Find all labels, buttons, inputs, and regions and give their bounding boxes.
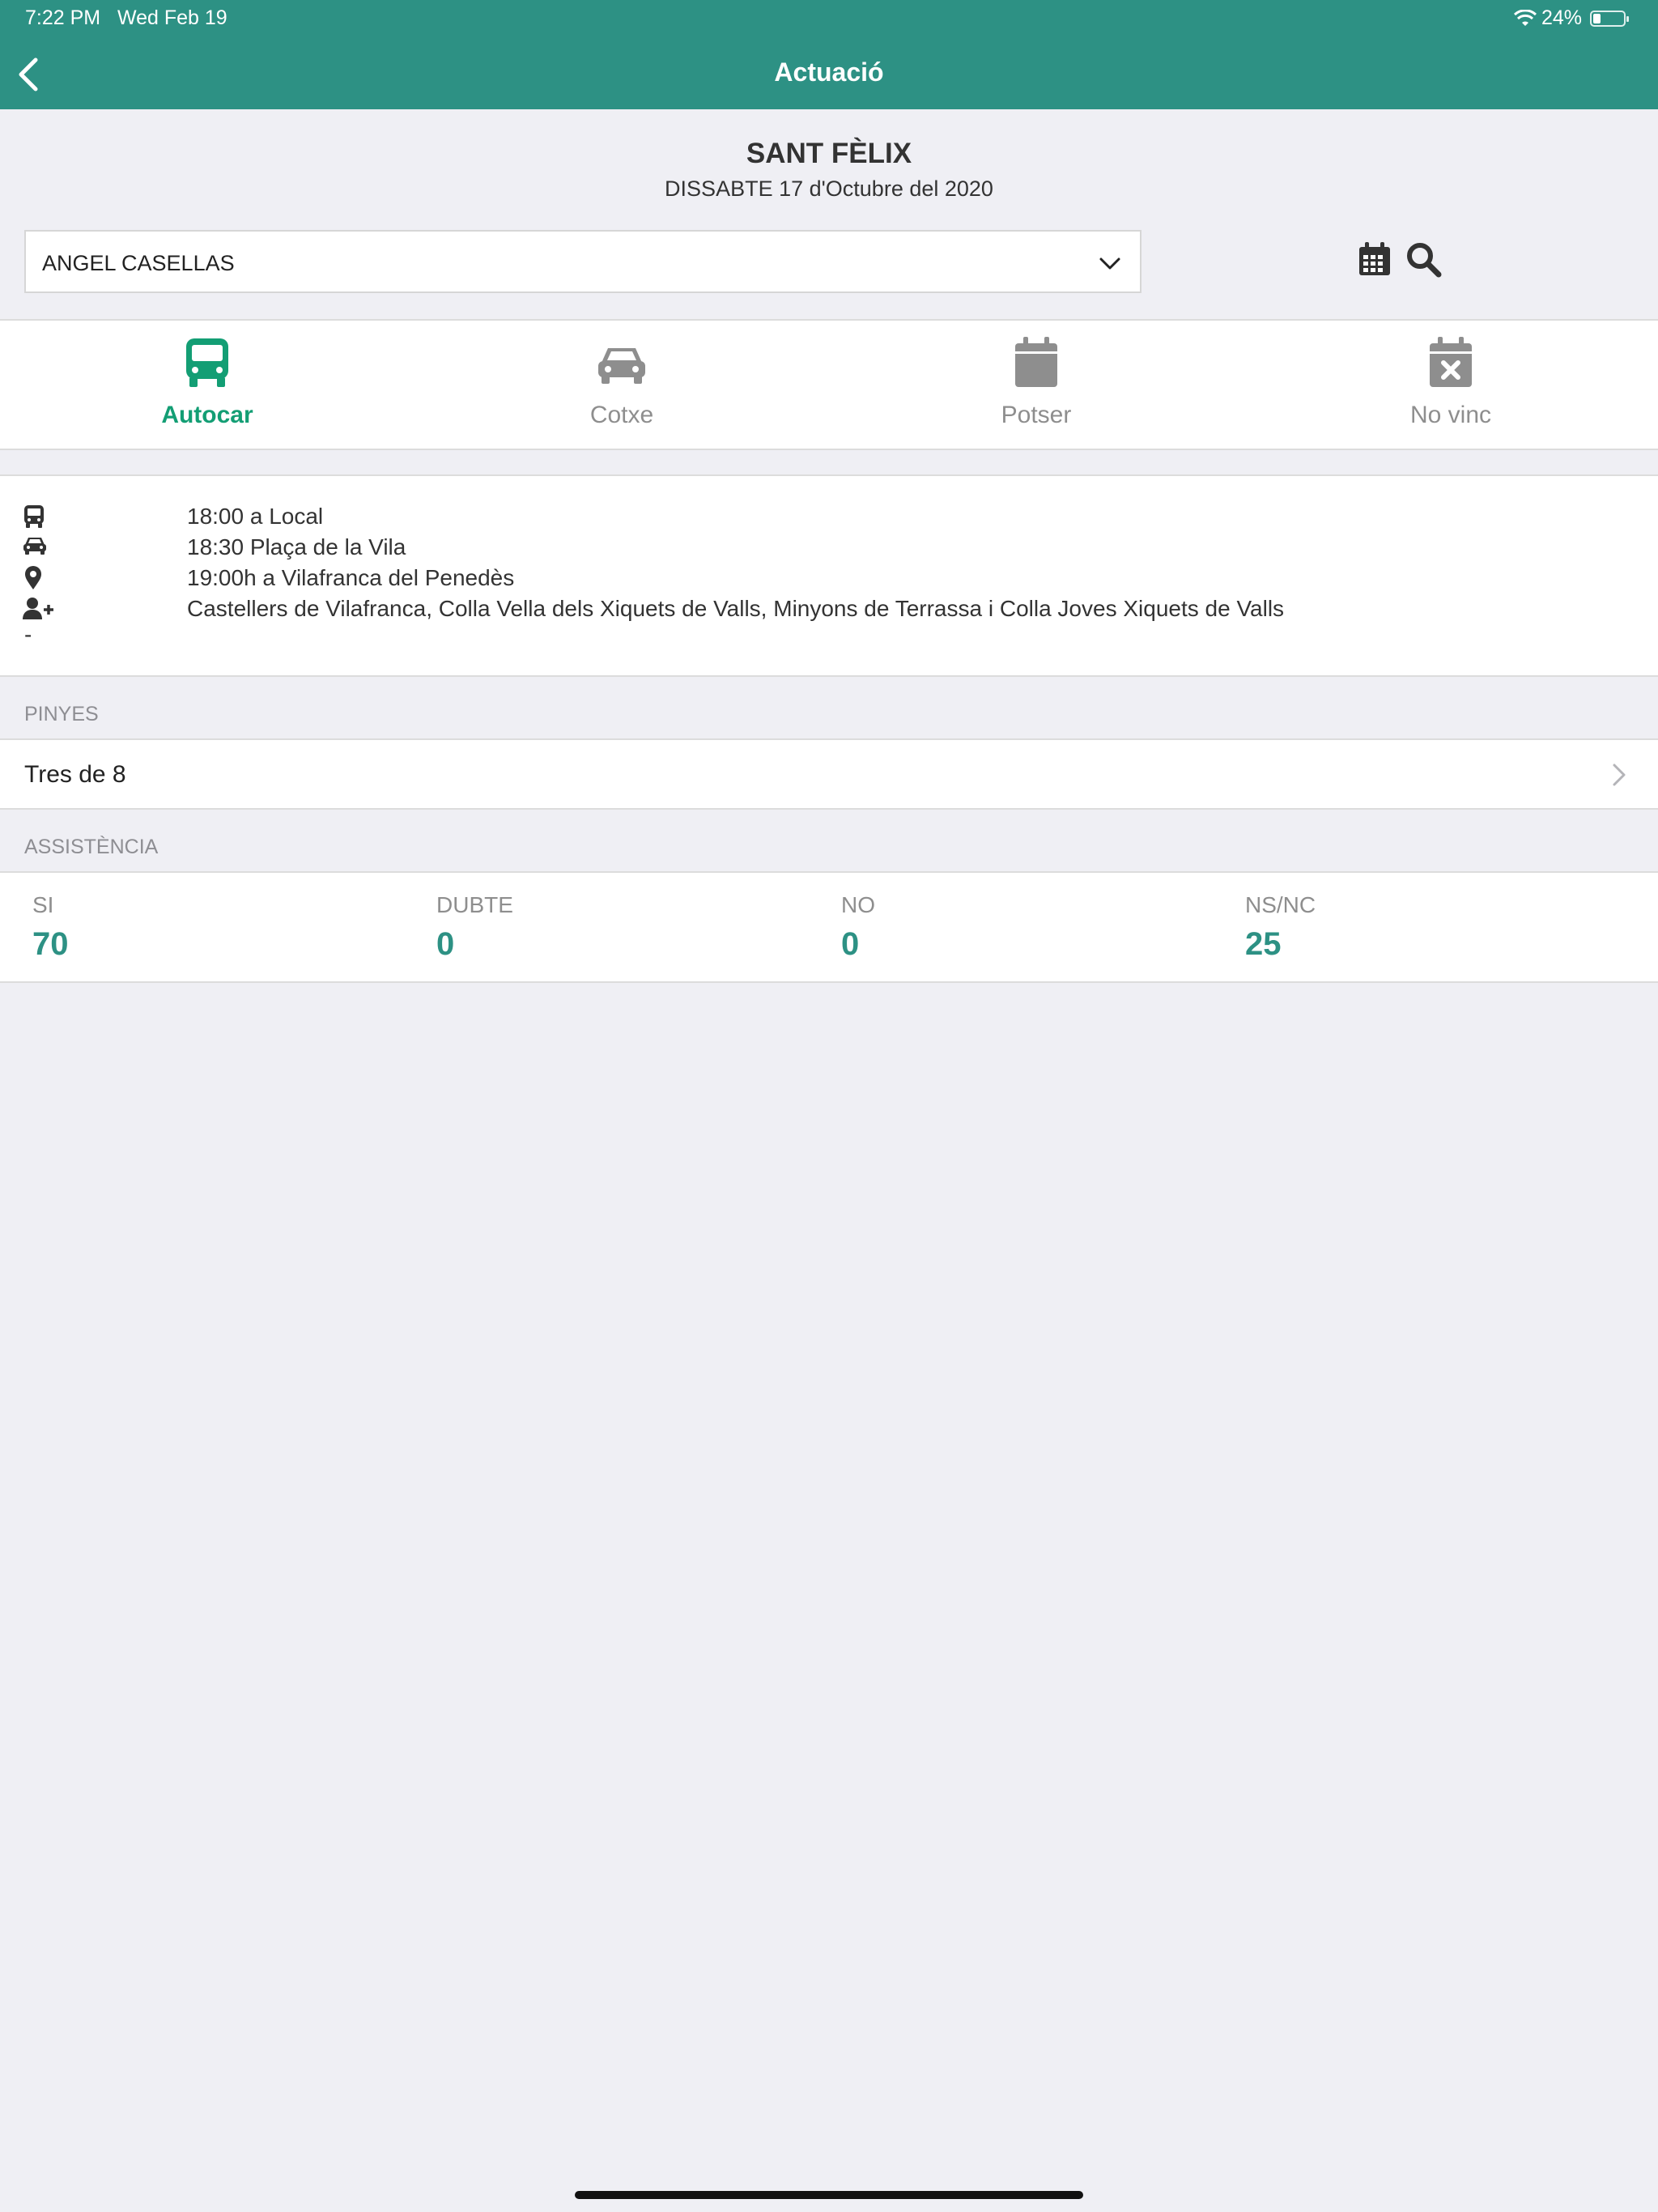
calendar-icon	[1015, 337, 1057, 387]
tab-cotxe-label: Cotxe	[589, 402, 654, 428]
detail-bus-row: 18:00 a Local	[0, 502, 1658, 533]
stat-dubte: DUBTE 0	[436, 873, 841, 981]
pinyes-item-row[interactable]: Tres de 8	[0, 738, 1658, 810]
bus-icon	[186, 338, 228, 387]
car-icon	[598, 348, 645, 384]
tab-potser[interactable]: Potser	[829, 321, 1244, 449]
stat-dubte-value: 0	[436, 926, 455, 962]
calendar-times-icon	[1430, 337, 1472, 387]
stat-nsnc-value: 25	[1245, 926, 1282, 962]
status-date: Wed Feb 19	[117, 6, 227, 29]
event-details: 18:00 a Local 18:30 Plaça de la Vila 19:…	[0, 474, 1658, 677]
assistencia-stats: SI 70 DUBTE 0 NO 0 NS/NC 25	[0, 871, 1658, 983]
battery-percent: 24%	[1541, 6, 1582, 29]
stat-dubte-label: DUBTE	[436, 892, 513, 917]
chevron-down-icon	[1099, 257, 1120, 270]
calendar-button[interactable]	[1358, 241, 1392, 277]
detail-bus-text: 18:00 a Local	[187, 504, 324, 529]
detail-car-row: 18:30 Plaça de la Vila	[0, 533, 1658, 564]
status-time: 7:22 PM Wed Feb 19	[25, 6, 227, 30]
bus-icon	[24, 505, 44, 528]
pinyes-item-label: Tres de 8	[24, 761, 126, 788]
search-icon	[1407, 243, 1442, 278]
event-name: SANT FÈLIX	[746, 138, 912, 169]
stat-no-label: NO	[841, 892, 875, 917]
tab-autocar-label: Autocar	[161, 402, 253, 428]
pinyes-header: PINYES	[24, 703, 99, 725]
navigation-header: 7:22 PM Wed Feb 19 24% Actuació	[0, 0, 1658, 109]
chevron-right-icon	[1613, 764, 1626, 786]
user-plus-icon	[23, 598, 53, 619]
stat-no-value: 0	[841, 926, 860, 962]
map-marker-icon	[25, 566, 41, 589]
detail-car-text: 18:30 Plaça de la Vila	[187, 534, 406, 559]
wifi-icon	[1513, 9, 1537, 26]
detail-location-row: 19:00h a Vilafranca del Penedès	[0, 564, 1658, 594]
tab-no-vinc[interactable]: No vinc	[1244, 321, 1658, 449]
member-select[interactable]: ANGEL CASELLAS	[24, 230, 1141, 293]
stat-si-label: SI	[32, 892, 54, 917]
transport-tabs: Autocar Cotxe Potser No vinc	[0, 319, 1658, 450]
tab-autocar[interactable]: Autocar	[0, 321, 414, 449]
stat-si: SI 70	[32, 873, 437, 981]
detail-extra: -	[24, 622, 32, 647]
tab-cotxe[interactable]: Cotxe	[414, 321, 829, 449]
member-select-value: ANGEL CASELLAS	[42, 251, 235, 275]
search-button[interactable]	[1405, 241, 1443, 279]
stat-si-value: 70	[32, 926, 69, 962]
event-date: DISSABTE 17 d'Octubre del 2020	[665, 177, 993, 201]
assistencia-header: ASSISTÈNCIA	[24, 836, 159, 858]
detail-participants-row: Castellers de Vilafranca, Colla Vella de…	[0, 594, 1658, 625]
stat-no: NO 0	[841, 873, 1246, 981]
tab-no-vinc-label: No vinc	[1409, 402, 1492, 428]
status-indicators: 24%	[1513, 6, 1629, 30]
status-clock: 7:22 PM	[25, 6, 101, 29]
stat-nsnc: NS/NC 25	[1245, 873, 1650, 981]
battery-icon	[1590, 10, 1629, 27]
detail-location-text: 19:00h a Vilafranca del Penedès	[187, 565, 515, 590]
home-indicator[interactable]	[575, 2191, 1083, 2199]
page-title: Actuació	[774, 57, 884, 87]
stat-nsnc-label: NS/NC	[1245, 892, 1316, 917]
tab-potser-label: Potser	[1001, 402, 1072, 428]
calendar-icon	[1359, 242, 1390, 275]
detail-participants-text: Castellers de Vilafranca, Colla Vella de…	[187, 596, 1285, 621]
car-icon	[23, 538, 46, 555]
